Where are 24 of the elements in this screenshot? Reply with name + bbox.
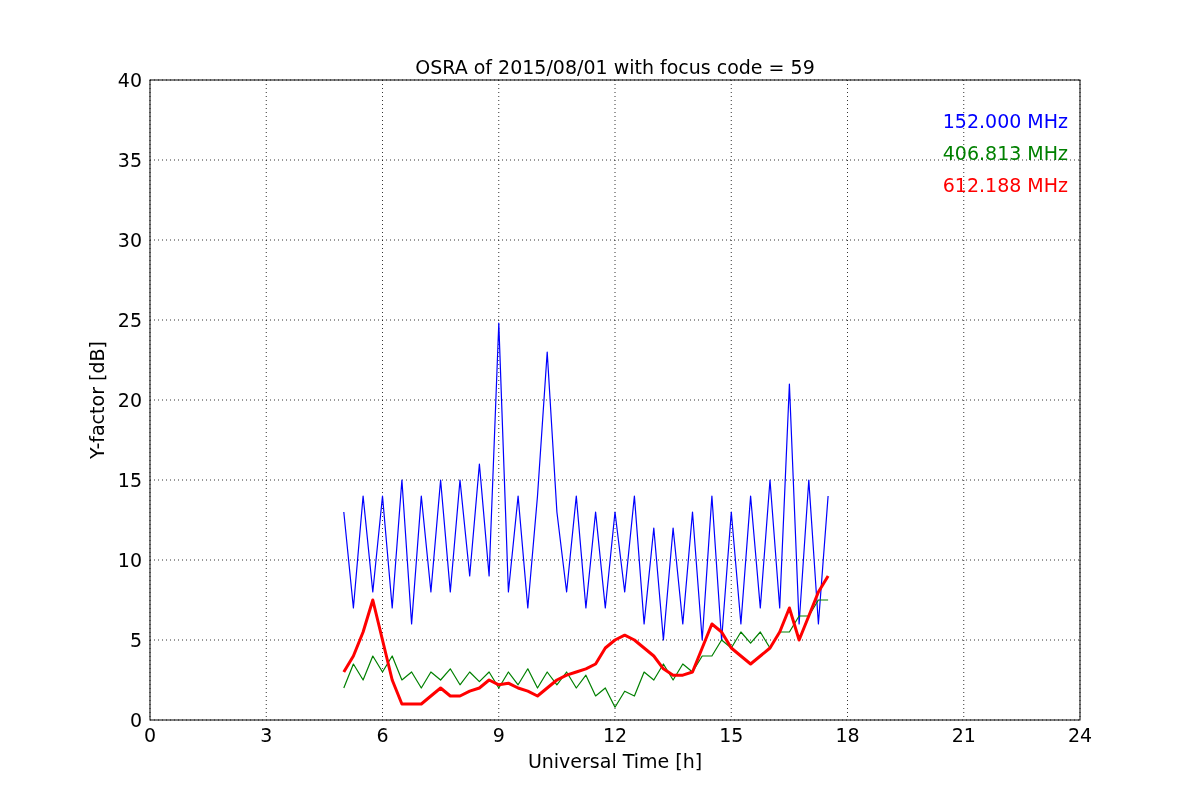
x-tick-label: 21 [951, 724, 976, 746]
y-tick-label: 25 [117, 309, 142, 331]
y-tick-label: 40 [117, 69, 142, 91]
y-axis-label: Y-factor [dB] [86, 341, 108, 459]
x-tick-label: 9 [492, 724, 505, 746]
x-tick-label: 24 [1067, 724, 1093, 746]
x-axis-label: Universal Time [h] [527, 750, 703, 772]
y-tick-label: 5 [129, 629, 142, 651]
y-tick-label: 30 [117, 229, 142, 251]
y-tick-label: 15 [117, 469, 142, 491]
legend-label: 406.813 MHz [942, 142, 1068, 164]
y-tick-label: 35 [117, 149, 142, 171]
x-tick-label: 18 [835, 724, 860, 746]
chart-title: OSRA of 2015/08/01 with focus code = 59 [415, 56, 815, 78]
y-tick-label: 0 [129, 709, 142, 731]
y-tick-label: 20 [117, 389, 142, 411]
x-tick-label: 0 [143, 724, 157, 746]
x-tick-label: 15 [719, 724, 744, 746]
x-tick-label: 12 [602, 724, 628, 746]
legend-label: 152.000 MHz [942, 110, 1068, 132]
x-tick-label: 3 [260, 724, 273, 746]
x-tick-label: 6 [376, 724, 389, 746]
legend-label: 612.188 MHz [942, 174, 1068, 196]
y-tick-label: 10 [117, 549, 142, 571]
